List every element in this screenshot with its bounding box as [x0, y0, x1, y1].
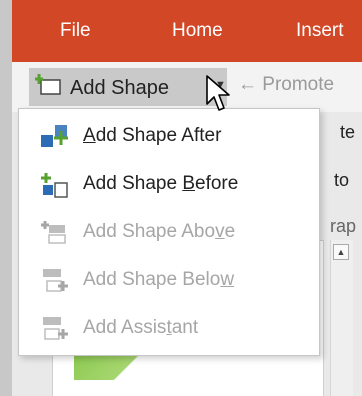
add-shape-above-icon [41, 221, 66, 244]
add-shape-before-icon [41, 173, 68, 198]
ribbon-tab-bar: File Home Insert [12, 0, 362, 62]
mouse-cursor-icon [206, 75, 230, 111]
add-shape-icon [35, 74, 61, 95]
add-assistant-label: Add Assistant [83, 317, 199, 338]
menu-item-add-shape-before[interactable]: Add Shape Before [19, 161, 319, 209]
add-shape-after-icon [41, 125, 68, 147]
left-arrow-icon: ← [238, 74, 257, 95]
promote-label: Promote [262, 74, 335, 95]
add-shape-after-label: Add Shape After [83, 125, 222, 146]
add-shape-label: Add Shape [70, 77, 169, 99]
background-text-1: te [340, 122, 356, 142]
promote-button[interactable]: ← Promote [238, 74, 334, 96]
add-shape-below-icon [43, 269, 68, 292]
add-shape-button[interactable]: Add Shape ▼ [29, 68, 227, 106]
menu-item-add-shape-after[interactable]: Add Shape After [19, 113, 319, 161]
add-shape-before-label: Add Shape Before [83, 173, 239, 194]
menu-item-add-shape-below: Add Shape Below [19, 257, 319, 305]
add-assistant-icon [43, 317, 68, 340]
scroll-up-arrow-icon[interactable]: ▲ [333, 244, 349, 260]
background-text-3: rap [330, 216, 357, 236]
tab-file[interactable]: File [60, 20, 91, 42]
background-text-2: to [334, 170, 350, 190]
menu-item-add-shape-above: Add Shape Above [19, 209, 319, 257]
menu-item-add-assistant: Add Assistant [19, 305, 319, 353]
scrollbar[interactable] [330, 240, 353, 396]
tab-insert[interactable]: Insert [296, 20, 344, 42]
add-shape-below-label: Add Shape Below [83, 269, 235, 290]
add-shape-above-label: Add Shape Above [83, 221, 236, 242]
ribbon-toolbar: Add Shape ▼ ← Promote [12, 62, 362, 112]
add-shape-dropdown-menu: Add Shape After Add Shape Before Add Sha… [18, 108, 320, 356]
tab-home[interactable]: Home [172, 20, 223, 42]
